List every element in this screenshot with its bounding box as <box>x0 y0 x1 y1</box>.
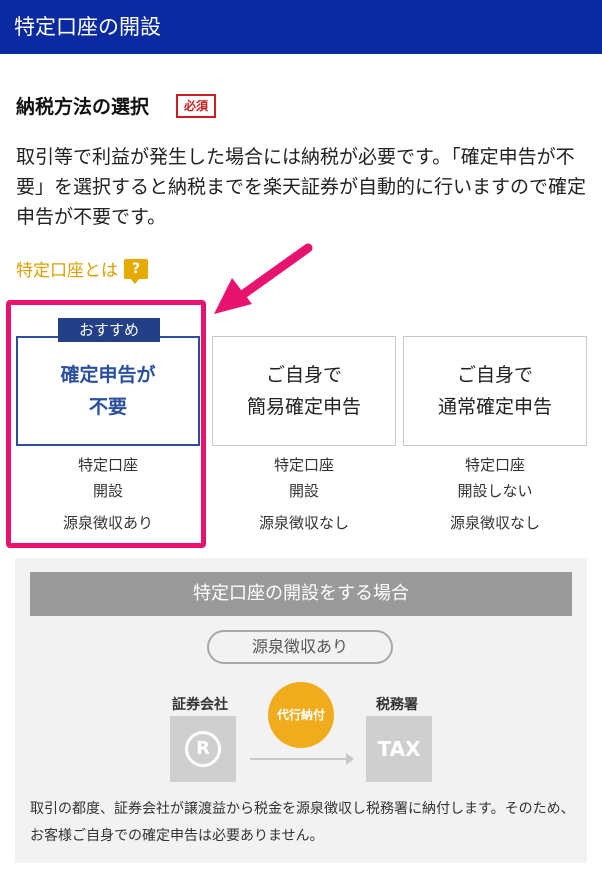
option-info-withholding: 源泉徴収なし <box>449 514 540 532</box>
option-title-line2: 通常確定申告 <box>437 396 552 418</box>
option-info-account: 特定口座 <box>77 456 138 474</box>
option-title-line1: ご自身で <box>456 364 533 386</box>
registered-mark-icon: R <box>185 731 221 767</box>
option-info-account: 特定口座 <box>464 456 525 474</box>
securities-company-label: 証券会社 <box>172 697 228 713</box>
option-info-open: 開設 <box>92 482 123 500</box>
option-info: 特定口座 開設 源泉徴収あり <box>16 452 200 536</box>
option-info: 特定口座 開設しない 源泉徴収なし <box>403 452 587 536</box>
option-title-line2: 簡易確定申告 <box>246 396 361 418</box>
option-no-tax-return[interactable]: 確定申告が 不要 <box>16 336 200 446</box>
withholding-pill: 源泉徴収あり <box>207 630 393 664</box>
option-info-account: 特定口座 <box>273 456 334 474</box>
option-regular-tax-return[interactable]: ご自身で 通常確定申告 <box>403 336 587 446</box>
option-title-line1: ご自身で <box>265 364 342 386</box>
proxy-payment-badge: 代行納付 <box>268 682 334 748</box>
panel-header: 特定口座の開設をする場合 <box>30 572 572 616</box>
option-simple-tax-return[interactable]: ご自身で 簡易確定申告 <box>212 336 396 446</box>
option-info-open: 開設しない <box>457 482 533 500</box>
option-title-line1: 確定申告が <box>60 364 156 386</box>
option-title-line2: 不要 <box>88 396 127 418</box>
arrow-right-icon <box>346 753 354 765</box>
tax-icon-text: TAX <box>377 737 421 761</box>
option-info-open: 開設 <box>288 482 319 500</box>
flow-line <box>250 758 348 760</box>
tax-office-label: 税務署 <box>376 697 418 713</box>
option-info: 特定口座 開設 源泉徴収なし <box>212 452 396 536</box>
panel-note: 取引の都度、証券会社が譲渡益から税金を源泉徴収し税務署に納付します。そのため、お… <box>30 801 575 844</box>
option-info-withholding: 源泉徴収あり <box>62 514 153 532</box>
option-info-withholding: 源泉徴収なし <box>258 514 349 532</box>
recommended-badge: おすすめ <box>58 318 160 342</box>
tax-office-icon: TAX <box>366 716 432 782</box>
securities-company-icon: R <box>170 716 236 782</box>
